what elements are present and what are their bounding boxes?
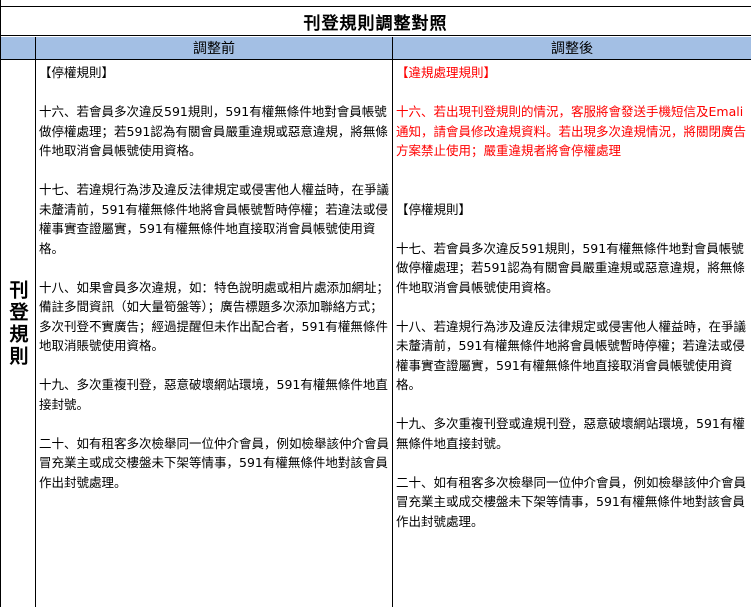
after-rule-19: 十九、多次重複刊登或違規刊登，惡意破壞網站環境，591有權無條件地直接封號。 bbox=[396, 416, 745, 451]
side-label: 刊登規則 bbox=[6, 280, 29, 368]
before-rule-20: 二十、如有租客多次檢舉同一位仲介會員，例如檢舉該仲介會員冒充業主或成交樓盤未下架… bbox=[39, 435, 390, 490]
before-rule-18: 十八、如果會員多次違規，如：特色說明處或相片處添加網址；備註多間資訊（如大量筍盤… bbox=[39, 279, 390, 354]
after-rule-18: 十八、若違規行為涉及違反法律規定或侵害他人權益時，在爭議未釐清前，591有權無條… bbox=[396, 318, 747, 393]
top-strip bbox=[0, 0, 751, 7]
header-before: 調整前 bbox=[193, 41, 235, 57]
after-rule-17: 十七、若會員多次違反591規則，591有權無條件地對會員帳號做停權處理；若591… bbox=[396, 240, 745, 295]
after-column: 【違規處理規則】 十六、若出現刊登規則的情況，客服將會發送手機短信及Emali通… bbox=[396, 63, 748, 551]
after-rule-20: 二十、如有租客多次檢舉同一位仲介會員，例如檢舉該仲介會員冒充業主或成交樓盤未下架… bbox=[396, 474, 747, 529]
header-after: 調整後 bbox=[551, 41, 593, 57]
title-row: 刊登規則調整對照 bbox=[0, 7, 751, 36]
before-column: 【停權規則】 十六、若會員多次違反591規則，591有權無條件地對會員帳號做停權… bbox=[39, 63, 389, 512]
header-row: 調整前 調整後 bbox=[0, 37, 751, 60]
after-violation-heading: 【違規處理規則】 bbox=[396, 65, 497, 80]
side-label-cell: 刊登規則 bbox=[1, 60, 35, 607]
after-violation-rule: 十六、若出現刊登規則的情況，客服將會發送手機短信及Emali通知，請會員修改違規… bbox=[396, 104, 747, 158]
table-title: 刊登規則調整對照 bbox=[303, 13, 448, 34]
before-heading: 【停權規則】 bbox=[39, 65, 115, 80]
after-heading: 【停權規則】 bbox=[396, 201, 472, 217]
column-divider-2 bbox=[392, 37, 393, 607]
comparison-table: 刊登規則調整對照 調整前 調整後 刊登規則 【停權規則】 十六、若會員多次違反5… bbox=[0, 0, 751, 607]
before-rule-17: 十七、若違規行為涉及違反法律規定或侵害他人權益時，在爭議未釐清前，591有權無條… bbox=[39, 182, 390, 256]
column-divider-1 bbox=[35, 37, 36, 607]
before-rule-19: 十九、多次重複刊登，惡意破壞網站環境，591有權無條件地直接封號。 bbox=[39, 377, 388, 412]
before-rule-16: 十六、若會員多次違反591規則，591有權無條件地對會員帳號做停權處理；若591… bbox=[39, 104, 388, 158]
